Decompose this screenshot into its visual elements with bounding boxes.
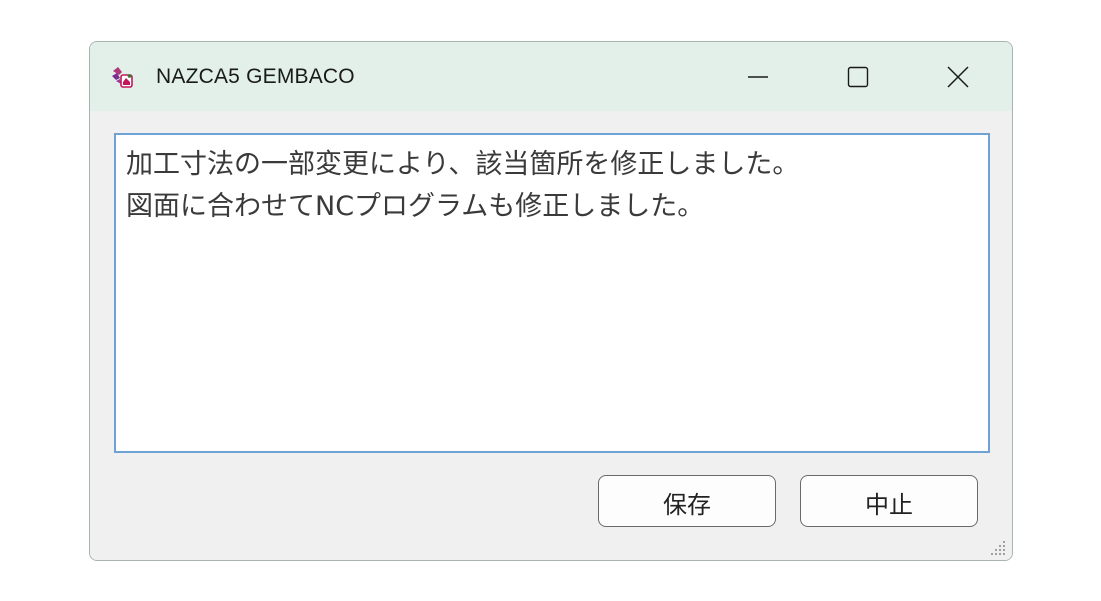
close-icon [947, 65, 969, 88]
memo-textarea[interactable]: 加工寸法の一部変更により、該当箇所を修正しました。 図面に合わせてNCプログラムも… [114, 133, 990, 453]
window-title: NAZCA5 GEMBACO [156, 65, 355, 88]
minimize-icon [747, 66, 769, 88]
title-bar[interactable]: NAZCA5 GEMBACO [90, 42, 1012, 111]
maximize-button[interactable] [812, 42, 904, 111]
nazca-app-icon [110, 65, 134, 89]
memo-line-2: 図面に合わせてNCプログラムも修正しました。 [126, 191, 705, 222]
save-button[interactable]: 保存 [598, 475, 776, 527]
resize-grip-icon[interactable] [988, 538, 1006, 556]
cancel-button[interactable]: 中止 [800, 475, 978, 527]
memo-line-1: 加工寸法の一部変更により、該当箇所を修正しました。 [126, 149, 800, 180]
close-button[interactable] [912, 42, 1004, 111]
dialog-body: 加工寸法の一部変更により、該当箇所を修正しました。 図面に合わせてNCプログラムも… [90, 111, 1012, 560]
maximize-icon [847, 66, 869, 88]
minimize-button[interactable] [712, 42, 804, 111]
dialog-window: NAZCA5 GEMBACO 加工寸法の一部変更により、該当箇所を修正しました。… [89, 41, 1013, 561]
